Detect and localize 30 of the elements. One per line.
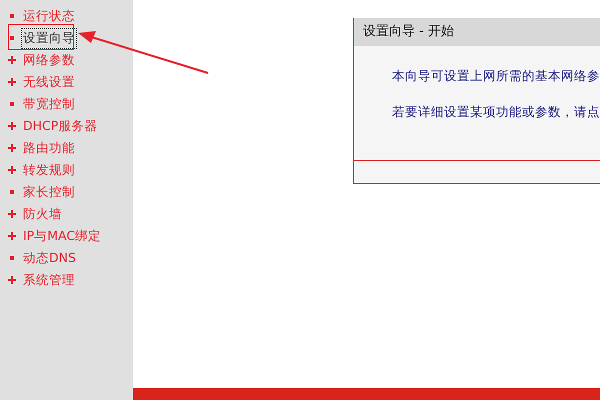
plus-icon [8, 232, 16, 240]
menu-item[interactable]: 无线设置 [0, 71, 133, 93]
menu-item[interactable]: 运行状态 [0, 5, 133, 27]
plus-icon [8, 56, 16, 64]
menu-item[interactable]: 家长控制 [0, 181, 133, 203]
menu-item[interactable]: 设置向导 [0, 27, 133, 49]
menu-item[interactable]: IP与MAC绑定 [0, 225, 133, 247]
menu-item[interactable]: DHCP服务器 [0, 115, 133, 137]
menu-item[interactable]: 防火墙 [0, 203, 133, 225]
plus-icon [8, 276, 16, 284]
description-text: 本向导可设置上网所需的基本网络参 [392, 68, 600, 85]
bullet-icon [8, 254, 16, 262]
plus-icon [8, 122, 16, 130]
bullet-icon [8, 188, 16, 196]
plus-icon [8, 78, 16, 86]
highlight-frame [8, 24, 74, 50]
menu-item[interactable]: 系统管理 [0, 269, 133, 291]
bullet-icon [8, 34, 16, 42]
bullet-icon [8, 100, 16, 108]
menu-item[interactable]: 转发规则 [0, 159, 133, 181]
menu-item[interactable]: 带宽控制 [0, 93, 133, 115]
description-text: 若要详细设置某项功能或参数，请点 [392, 104, 600, 121]
plus-icon [8, 144, 16, 152]
bullet-icon [8, 12, 16, 20]
panel-title: 设置向导 - 开始 [354, 18, 600, 46]
menu-item[interactable]: 网络参数 [0, 49, 133, 71]
menu-item[interactable]: 动态DNS [0, 247, 133, 269]
plus-icon [8, 166, 16, 174]
plus-icon [8, 210, 16, 218]
menu-item[interactable]: 路由功能 [0, 137, 133, 159]
